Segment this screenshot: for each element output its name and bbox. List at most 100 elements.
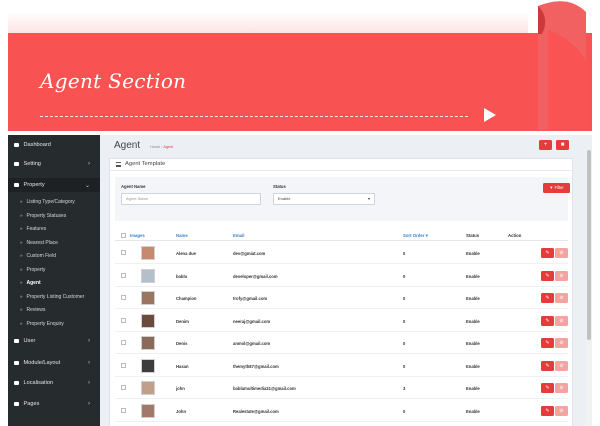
sidebar-item-pages[interactable]: Pages › [8, 397, 100, 411]
agent-name-label: Agent Name [121, 184, 146, 189]
delete-button[interactable]: ⊘ [555, 248, 568, 258]
col-name[interactable]: Name [176, 233, 188, 238]
row-checkbox[interactable] [121, 407, 126, 413]
agent-status: Enable [466, 341, 480, 346]
breadcrumb-home[interactable]: Home [150, 145, 160, 149]
main-content: Agent Home › Agent + ■ Agent Template Ag… [100, 135, 592, 426]
edit-button[interactable]: ✎ [541, 360, 554, 371]
sidebar-subitem-label: Custom Field [26, 252, 56, 259]
col-email[interactable]: Email [233, 233, 244, 238]
pencil-icon: ✎ [545, 317, 550, 324]
agent-thumbnail [141, 268, 155, 283]
sidebar-subitem-property[interactable]: » Property [8, 264, 100, 275]
sidebar-item-setting[interactable]: Setting › [8, 157, 100, 171]
sidebar-item-property[interactable]: Property ⌄ [8, 178, 100, 192]
sidebar-item-label: Module/Layout [23, 360, 61, 366]
delete-button[interactable]: ⊘ [555, 270, 568, 281]
sidebar-item-localisation[interactable]: Localisation › [8, 376, 100, 390]
row-checkbox[interactable] [121, 385, 126, 390]
pencil-icon: ✎ [545, 340, 550, 346]
gear-icon [14, 161, 19, 167]
panel-header: Agent Template [110, 159, 572, 171]
dashboard-icon [14, 142, 19, 148]
chevron-icon: › [88, 338, 90, 344]
table-row: john bablumultimedia31@gmail.com 3 Enable ✎ ⊘ [115, 377, 568, 399]
edit-button[interactable]: ✎ [541, 338, 554, 348]
col-images[interactable]: Images [130, 233, 145, 238]
agent-sort-order: 0 [403, 341, 406, 346]
plus-icon: + [543, 142, 548, 148]
delete-button[interactable]: ⊘ [555, 360, 568, 371]
sidebar-subitem-listing-type-category[interactable]: » Listing Type/Category [8, 196, 100, 207]
delete-button[interactable]: ⊘ [555, 383, 568, 393]
chevron-icon: › [88, 161, 90, 167]
double-chevron-icon: » [20, 307, 23, 312]
agent-sort-order: 0 [403, 296, 406, 301]
row-checkbox[interactable] [121, 272, 126, 278]
delete-button[interactable]: ⊘ [555, 315, 568, 326]
edit-button[interactable]: ✎ [541, 315, 554, 326]
double-chevron-icon: » [20, 294, 23, 299]
row-checkbox[interactable] [121, 317, 126, 323]
agent-thumbnail [141, 291, 155, 305]
agent-email: neeraj@gmail.com [233, 318, 271, 324]
delete-button[interactable]: ⊘ [555, 338, 568, 348]
select-all-checkbox[interactable] [121, 233, 126, 238]
row-checkbox[interactable] [121, 362, 126, 368]
delete-selected-button[interactable]: ■ [556, 140, 569, 150]
edit-button[interactable]: ✎ [541, 405, 554, 416]
sidebar-subitem-custom-field[interactable]: » Custom Field [8, 250, 100, 261]
agent-name: Champion [176, 296, 197, 301]
sidebar-subitem-label: Property Listing Customer [26, 293, 85, 300]
table-row: Denis anmol@gmail.com 0 Enable ✎ ⊘ [115, 332, 568, 354]
sidebar-subitem-property-listing-customer[interactable]: » Property Listing Customer [8, 291, 100, 302]
agent-sort-order: 3 [403, 386, 406, 391]
table-row: Hasan themyth87@gmail.com 0 Enable ✎ ⊘ [115, 355, 568, 377]
sidebar-subitem-label: Property Enquiry [26, 320, 64, 327]
pencil-icon: ✎ [545, 407, 550, 414]
delete-button[interactable]: ⊘ [555, 405, 568, 416]
agent-email: themyth87@gmail.com [233, 363, 279, 369]
status-label: Status [273, 184, 286, 189]
sidebar-item-label: Localisation [23, 380, 54, 386]
agent-status: Enable [466, 408, 480, 414]
sidebar-item-user[interactable]: User › [8, 334, 100, 348]
filter-button[interactable]: ▼ Filter [543, 183, 570, 193]
row-checkbox[interactable] [121, 340, 126, 345]
agent-thumbnail [141, 313, 155, 328]
delete-button[interactable]: ⊘ [555, 293, 568, 303]
edit-button[interactable]: ✎ [541, 270, 554, 281]
double-chevron-icon: » [20, 226, 23, 231]
chevron-icon: ⌄ [84, 182, 90, 189]
sidebar-subitem-features[interactable]: » Features [8, 223, 100, 234]
row-checkbox[interactable] [121, 250, 126, 255]
banner-arrow-icon [484, 108, 496, 122]
sidebar-item-dashboard[interactable]: Dashboard [8, 138, 100, 152]
chevron-down-icon: ▾ [367, 196, 370, 201]
sidebar-subitem-reviews[interactable]: » Reviews [8, 304, 100, 315]
breadcrumb: Home › Agent [150, 145, 173, 149]
agent-name-input[interactable]: Agent Name [121, 193, 261, 205]
sidebar-subitem-property-statuses[interactable]: » Property Statuses [8, 210, 100, 221]
edit-button[interactable]: ✎ [541, 383, 554, 393]
sidebar-item-module-layout[interactable]: Module/Layout › [8, 356, 100, 370]
agent-sort-order: 0 [403, 273, 406, 279]
row-checkbox[interactable] [121, 295, 126, 300]
edit-button[interactable]: ✎ [541, 293, 554, 303]
table-row: Alena due dev@gmiat.com 0 Enable ✎ ⊘ [115, 242, 568, 264]
scrollbar-thumb[interactable] [587, 150, 591, 340]
status-select[interactable]: Enable ▾ [273, 193, 375, 205]
col-sort-order[interactable]: Sort Order ▾ [403, 233, 428, 239]
agent-name: john [176, 386, 185, 391]
edit-button[interactable]: ✎ [541, 248, 554, 258]
agent-name: Denim [176, 318, 189, 324]
sidebar-subitem-property-enquiry[interactable]: » Property Enquiry [8, 318, 100, 329]
add-agent-button[interactable]: + [539, 140, 552, 150]
sidebar-subitem-agent[interactable]: » Agent [8, 277, 100, 288]
document-icon [14, 182, 19, 188]
layout-icon [14, 360, 19, 366]
agent-thumbnail [141, 403, 155, 418]
banner-curl-decoration [538, 1, 586, 131]
sidebar-subitem-nearest-place[interactable]: » Nearest Place [8, 237, 100, 248]
double-chevron-icon: » [20, 267, 23, 272]
